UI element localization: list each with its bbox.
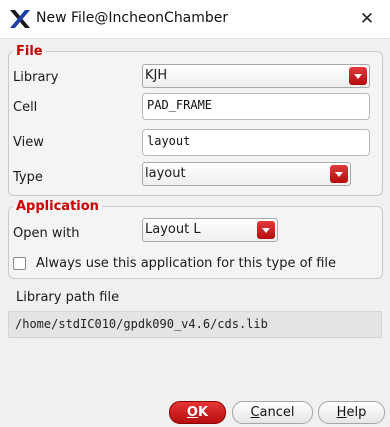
cancel-button[interactable]: Cancel [232, 401, 313, 424]
cancel-mnemonic: C [250, 405, 260, 420]
cell-field[interactable] [142, 93, 370, 120]
open-with-value: Layout L [145, 222, 201, 237]
ok-mnemonic: O [186, 405, 198, 420]
dropdown-arrow-icon[interactable] [330, 165, 348, 183]
dropdown-arrow-icon[interactable] [349, 67, 367, 85]
library-path-value: /home/stdIC010/gpdk090_v4.6/cds.lib [15, 317, 268, 331]
view-input[interactable] [147, 134, 357, 148]
ok-button[interactable]: OK [169, 401, 226, 424]
help-rest: elp [346, 405, 367, 420]
application-group-title: Application [16, 199, 99, 214]
x-logo-icon [10, 10, 30, 28]
library-label: Library [13, 70, 59, 85]
help-button[interactable]: Help [318, 401, 385, 424]
open-with-label: Open with [13, 226, 80, 241]
always-use-checkbox[interactable] [13, 257, 26, 270]
view-field[interactable] [142, 129, 370, 156]
cell-input[interactable] [147, 98, 357, 112]
close-icon[interactable]: ✕ [344, 0, 390, 38]
library-value: KJH [145, 68, 168, 83]
view-label: View [13, 135, 44, 150]
ok-rest: K [197, 405, 209, 420]
window-title: New File@IncheonChamber [36, 10, 229, 26]
help-mnemonic: H [336, 405, 347, 420]
always-use-label[interactable]: Always use this application for this typ… [36, 256, 336, 271]
type-select[interactable]: layout [142, 162, 351, 186]
type-value: layout [145, 166, 186, 181]
library-path-field: /home/stdIC010/gpdk090_v4.6/cds.lib [8, 311, 382, 338]
dropdown-arrow-icon[interactable] [257, 221, 275, 239]
cancel-rest: ancel [259, 405, 295, 420]
open-with-select[interactable]: Layout L [142, 218, 278, 242]
title-bar: New File@IncheonChamber ✕ [0, 0, 390, 39]
library-path-label: Library path file [16, 290, 120, 305]
file-group-title: File [16, 44, 43, 59]
library-select[interactable]: KJH [142, 64, 370, 88]
type-label: Type [13, 170, 43, 185]
cell-label: Cell [13, 100, 38, 115]
